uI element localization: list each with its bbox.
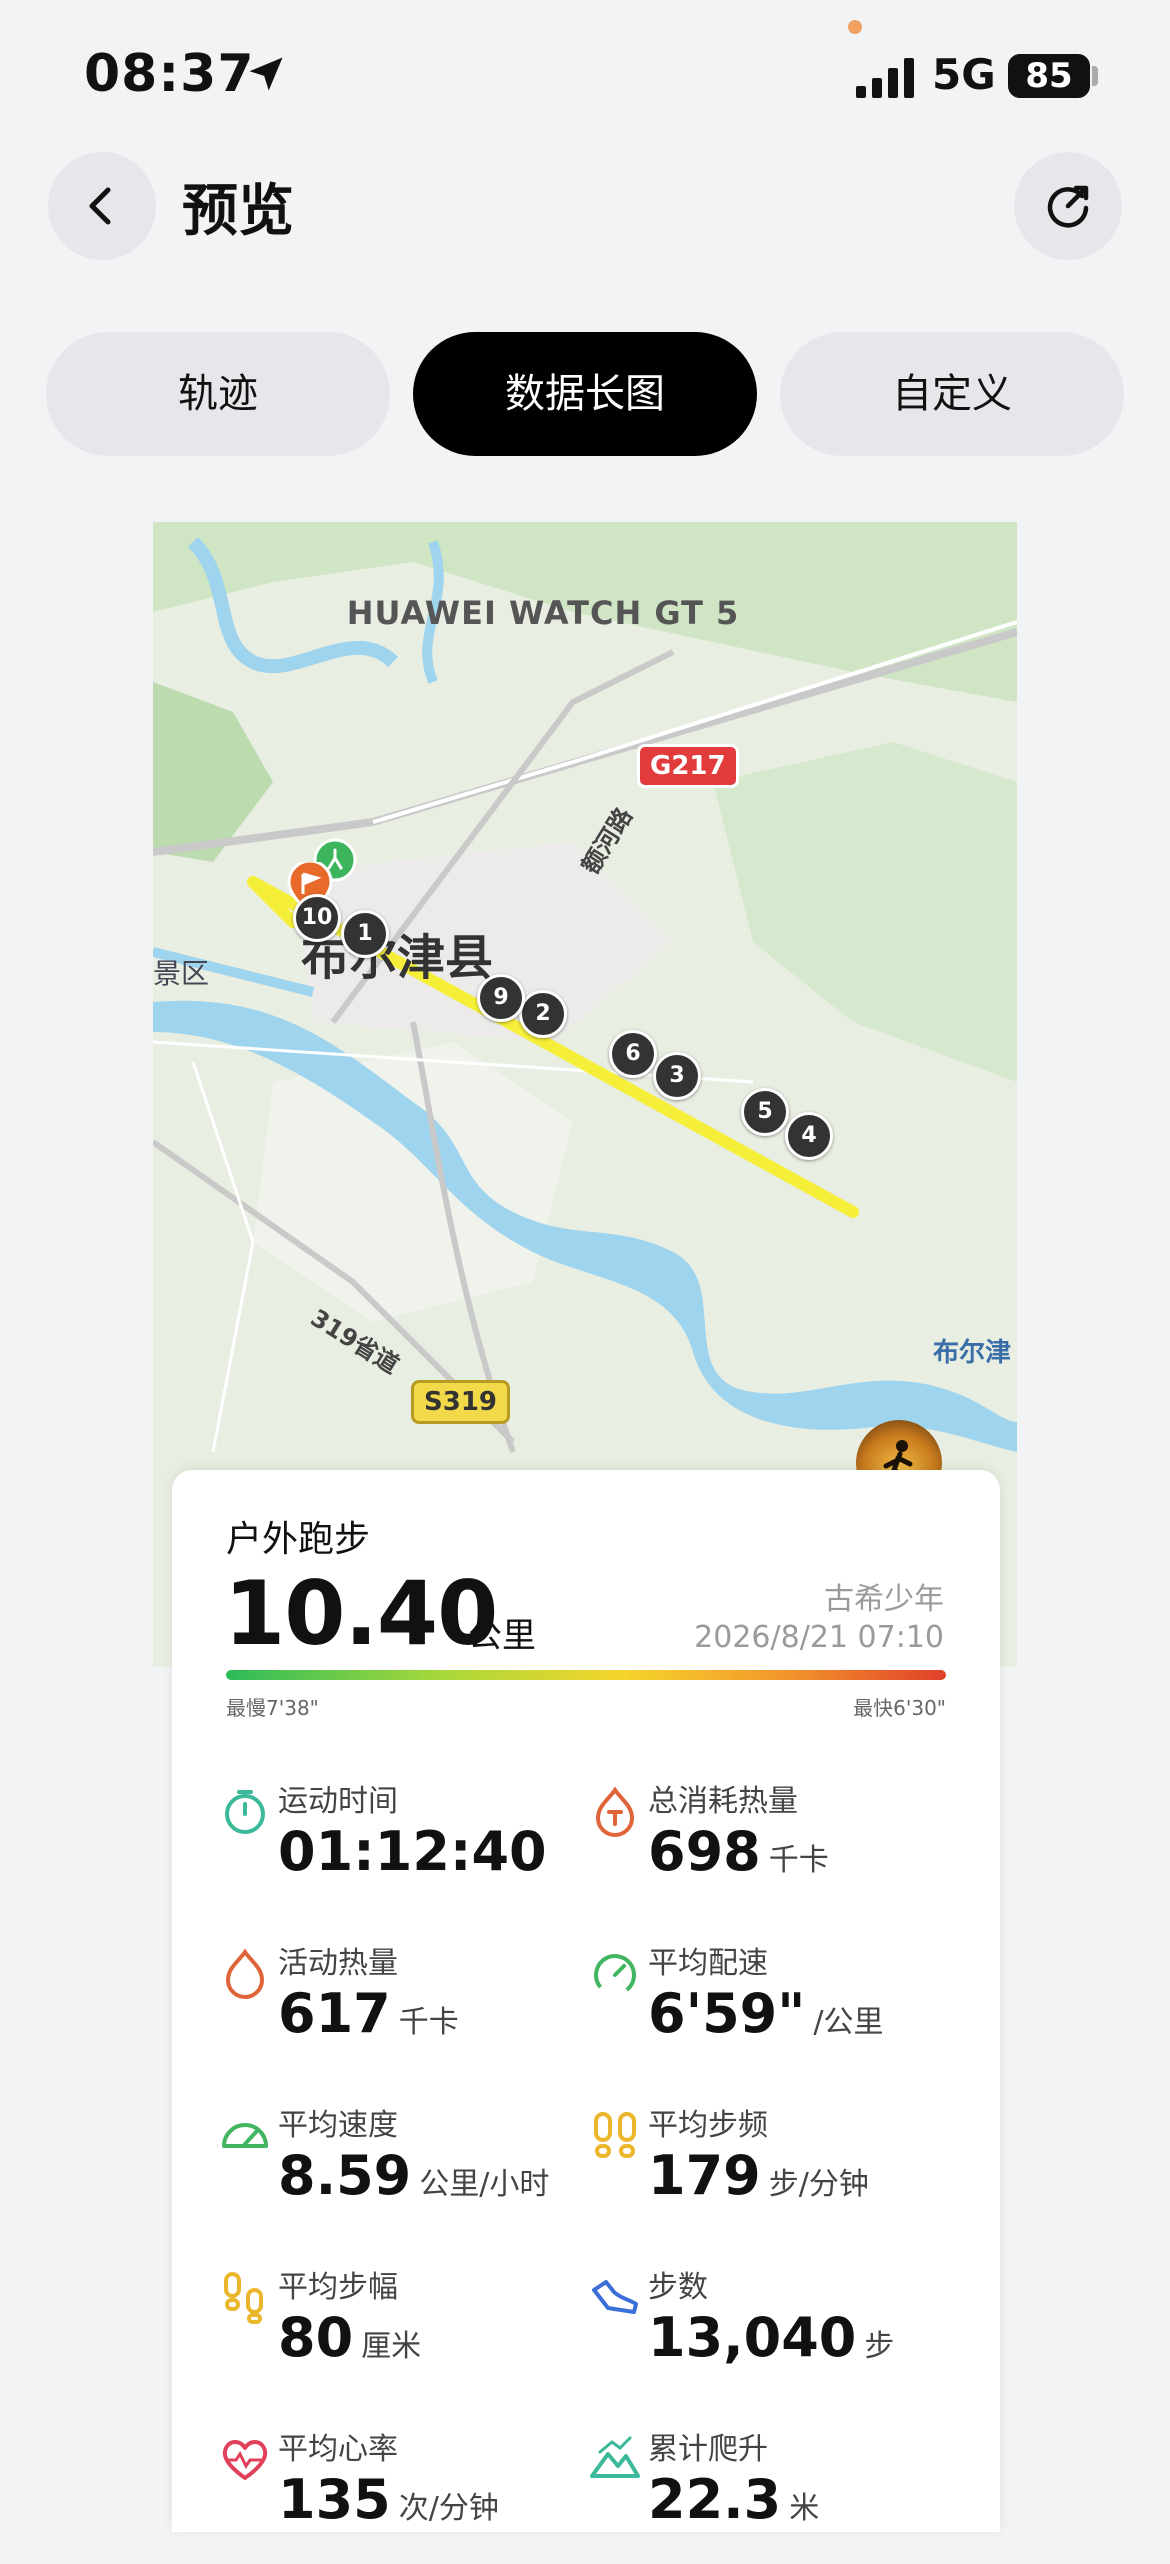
metric-label: 平均心率 bbox=[278, 2432, 398, 2467]
metric-total-ascent: 累计爬升 22.3 米 bbox=[588, 2424, 948, 2564]
metric-avg-speed: 平均速度 8.59 公里/小时 bbox=[218, 2100, 578, 2240]
highway-shield-g217: G217 bbox=[637, 744, 739, 788]
watch-model-label: HUAWEI WATCH GT 5 bbox=[346, 594, 740, 632]
km-marker-2: 2 bbox=[519, 990, 567, 1038]
metric-duration: 运动时间 01:12:40 bbox=[218, 1776, 578, 1916]
km-marker-4: 4 bbox=[785, 1112, 833, 1160]
mountain-ascent-icon bbox=[590, 2436, 640, 2478]
metric-label: 平均步频 bbox=[648, 2108, 768, 2143]
chevron-left-icon bbox=[89, 187, 111, 225]
metric-label: 平均配速 bbox=[648, 1946, 768, 1981]
metric-avg-cadence: 平均步频 179 步/分钟 bbox=[588, 2100, 948, 2240]
metric-value: 698 千卡 bbox=[648, 1820, 829, 1883]
back-button[interactable] bbox=[48, 152, 156, 260]
distance-value: 10.40 bbox=[224, 1562, 498, 1665]
sport-type: 户外跑步 bbox=[226, 1519, 371, 1560]
metric-label: 总消耗热量 bbox=[648, 1784, 798, 1819]
status-time: 08:37 bbox=[84, 44, 255, 104]
metric-value: 179 步/分钟 bbox=[648, 2144, 869, 2207]
tab-custom[interactable]: 自定义 bbox=[780, 332, 1124, 456]
metric-label: 运动时间 bbox=[278, 1784, 398, 1819]
metric-label: 平均步幅 bbox=[278, 2270, 398, 2305]
heart-rate-icon bbox=[222, 2440, 268, 2480]
highway-shield-s319: S319 bbox=[411, 1380, 510, 1424]
metric-avg-pace: 平均配速 6'59"/公里 bbox=[588, 1938, 948, 2078]
calorie-flame-icon bbox=[595, 1786, 635, 1837]
km-marker-6: 6 bbox=[609, 1030, 657, 1078]
stopwatch-icon bbox=[225, 1790, 265, 1834]
share-button[interactable] bbox=[1014, 152, 1122, 260]
privacy-indicator-dot bbox=[848, 20, 862, 34]
metric-value: 6'59"/公里 bbox=[648, 1982, 884, 2045]
metric-label: 活动热量 bbox=[278, 1946, 398, 1981]
metric-value: 8.59 公里/小时 bbox=[278, 2144, 550, 2207]
share-icon bbox=[1047, 185, 1089, 228]
footprints-icon bbox=[594, 2112, 636, 2158]
network-type: 5G bbox=[932, 50, 996, 99]
metric-value: 22.3 米 bbox=[648, 2468, 820, 2531]
metric-value: 80 厘米 bbox=[278, 2306, 422, 2369]
speedometer-icon bbox=[222, 2123, 268, 2148]
metric-label: 步数 bbox=[648, 2270, 708, 2305]
distance-unit: 公里 bbox=[468, 1616, 536, 1656]
river-label: 布尔津 bbox=[933, 1338, 1012, 1368]
metric-avg-stride: 平均步幅 80 厘米 bbox=[218, 2262, 578, 2402]
metric-steps: 步数 13,040 步 bbox=[588, 2262, 948, 2402]
metric-value: 01:12:40 bbox=[278, 1820, 547, 1883]
metric-label: 平均速度 bbox=[278, 2108, 398, 2143]
km-marker-9: 9 bbox=[477, 974, 525, 1022]
km-marker-10: 10 bbox=[293, 894, 341, 942]
fastest-pace: 最快6'30" bbox=[853, 1696, 946, 1720]
pace-gradient-bar bbox=[226, 1670, 946, 1680]
metric-avg-heart-rate: 平均心率 135 次/分钟 bbox=[218, 2424, 578, 2564]
km-marker-3: 3 bbox=[653, 1052, 701, 1100]
status-bar: 08:37 5G 85 bbox=[0, 0, 1170, 150]
metric-value: 135 次/分钟 bbox=[278, 2468, 499, 2531]
km-marker-5: 5 bbox=[741, 1088, 789, 1136]
scenic-area-label: 景区 bbox=[153, 957, 210, 990]
summary-card: 户外跑步 10.40 公里 古希少年 2026/8/21 07:10 最慢7'3… bbox=[172, 1470, 1000, 2532]
km-marker-1: 1 bbox=[341, 910, 389, 958]
battery-icon: 85 bbox=[1008, 54, 1090, 98]
location-arrow-icon bbox=[249, 57, 283, 91]
slowest-pace: 最慢7'38" bbox=[226, 1696, 319, 1720]
tab-data-long-image[interactable]: 数据长图 bbox=[413, 332, 757, 456]
metric-active-calories: 活动热量 617 千卡 bbox=[218, 1938, 578, 2078]
user-name: 古希少年 bbox=[824, 1582, 944, 1617]
page-title: 预览 bbox=[182, 179, 294, 244]
stride-footprints-icon bbox=[224, 2272, 263, 2324]
workout-datetime: 2026/8/21 07:10 bbox=[694, 1620, 944, 1655]
signal-bars-icon bbox=[856, 58, 914, 98]
metric-value: 13,040 步 bbox=[648, 2306, 895, 2369]
metric-total-calories: 总消耗热量 698 千卡 bbox=[588, 1776, 948, 1916]
battery-tip bbox=[1092, 66, 1098, 86]
metric-label: 累计爬升 bbox=[648, 2432, 768, 2467]
shoe-icon bbox=[592, 2280, 638, 2314]
tab-track[interactable]: 轨迹 bbox=[46, 332, 390, 456]
pace-gauge-icon bbox=[594, 1954, 636, 1996]
metric-value: 617 千卡 bbox=[278, 1982, 459, 2045]
flame-icon bbox=[225, 1948, 265, 1999]
